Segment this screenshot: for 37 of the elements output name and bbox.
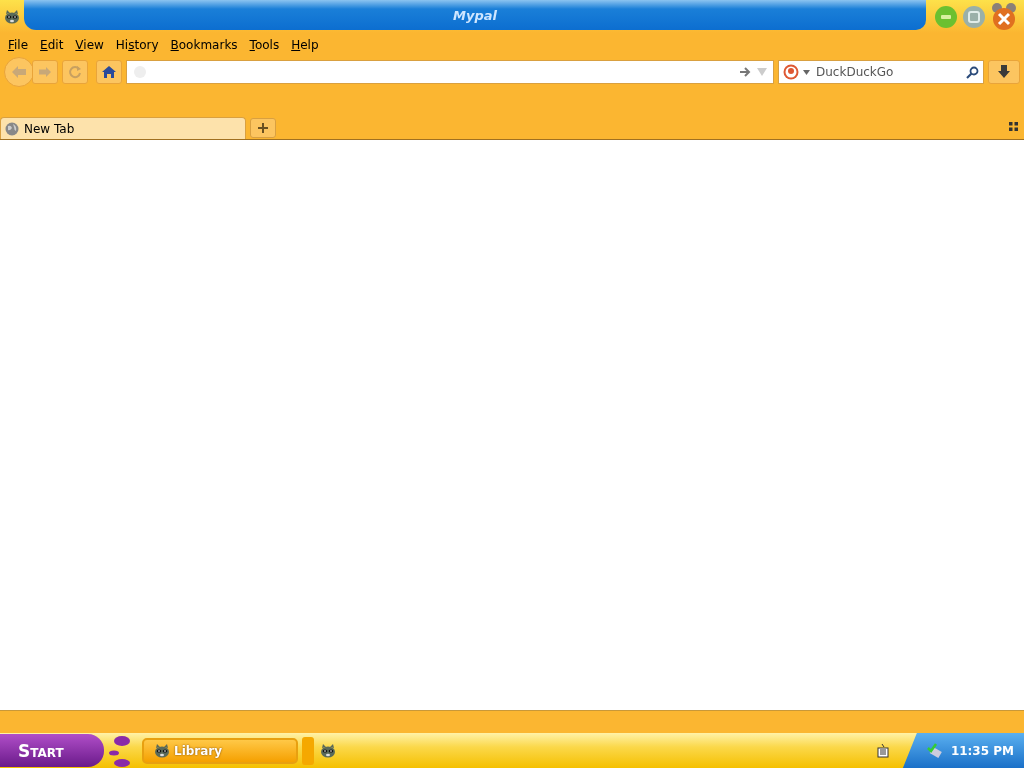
grid-icon[interactable] <box>1009 122 1018 131</box>
home-button[interactable] <box>96 60 122 84</box>
address-field[interactable] <box>126 60 774 84</box>
reload-icon <box>68 65 82 79</box>
close-button[interactable] <box>990 2 1018 31</box>
caret-icon[interactable] <box>803 69 810 75</box>
menu-item[interactable]: Bookmarks <box>164 38 244 52</box>
keyboard-icon[interactable] <box>876 743 889 758</box>
plus-icon <box>257 122 269 134</box>
menu-item[interactable]: Help <box>285 38 325 52</box>
quick-launch-icon <box>320 743 336 758</box>
window-title: Mypal <box>453 7 497 23</box>
duck-icon[interactable] <box>783 64 799 80</box>
download-button[interactable] <box>988 60 1020 84</box>
forward-arrow-icon <box>38 66 52 78</box>
new-tab-button[interactable] <box>250 118 276 138</box>
raccoon-icon <box>154 743 170 758</box>
home-icon <box>101 65 117 79</box>
network-icon[interactable] <box>926 742 943 759</box>
search-bar[interactable]: DuckDuckGo <box>778 60 984 84</box>
menu-item[interactable]: View <box>69 38 110 52</box>
menu-item[interactable]: File <box>2 38 35 52</box>
app-icon <box>4 9 20 24</box>
back-arrow-icon <box>11 65 27 79</box>
clock: 11:35 PM <box>950 743 1014 758</box>
taskbar-handle[interactable] <box>302 736 314 765</box>
menu-item[interactable]: History <box>109 38 165 52</box>
download-icon <box>997 65 1011 79</box>
globe-icon <box>5 121 19 136</box>
browser-tab[interactable]: New Tab <box>0 117 246 139</box>
blobs-drawing <box>108 733 132 768</box>
go-arrow-icon[interactable] <box>739 66 751 78</box>
search-icon[interactable] <box>966 65 979 79</box>
search-input[interactable]: DuckDuckGo <box>814 64 962 80</box>
menu-item[interactable]: Edit <box>34 38 70 52</box>
menu-item[interactable]: Tools <box>243 38 286 52</box>
start-button[interactable]: Start <box>0 734 104 767</box>
